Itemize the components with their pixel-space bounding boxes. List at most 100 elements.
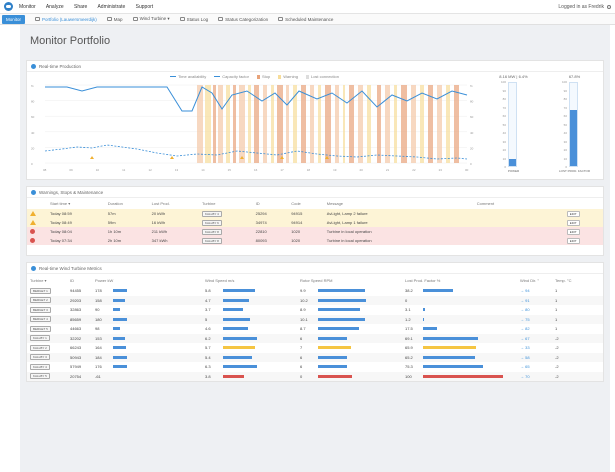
gauges: 8.16 MW | 6.4% 100 90 80 70 60 50 40 30 20 10 0 PO… <box>482 72 606 178</box>
wind-speed-bar <box>223 365 257 369</box>
metrics-row[interactable]: BERGET 1 94455 178 5.8 9.9 38.2 → 94 1 <box>27 286 603 296</box>
legend-time-availability[interactable]: Time availability <box>169 74 206 79</box>
col-id[interactable]: ID <box>253 198 289 209</box>
logo-icon[interactable] <box>4 2 13 11</box>
metrics-row[interactable]: BERGET 5 44663 98 4.6 8.7 17.5 → 82 1 <box>27 324 603 334</box>
col-rotor-speed[interactable]: Rotor Speed RPM <box>297 274 402 286</box>
sub-navbar: Monitor Portfolio (Lauwersmeerdijk) Map … <box>0 14 615 25</box>
legend-warning[interactable]: Warning <box>278 74 298 79</box>
col-message[interactable]: Message <box>324 198 474 209</box>
metrics-row[interactable]: BERGET 2 29203 158 4.7 10.2 0 → 91 1 <box>27 295 603 305</box>
wind-speed-value: 5.7 <box>205 345 211 351</box>
turbine-tag[interactable]: KALLBY 3 <box>30 354 50 361</box>
edit-button[interactable]: EDIT <box>566 237 580 244</box>
wind-speed-bar <box>223 374 244 378</box>
warning-row[interactable]: Today 08:49 59m 16 kWh KALLBY 6 34974 94914 Av… <box>27 218 603 227</box>
tab-status-log[interactable]: Status Log <box>179 17 208 22</box>
col-turbine[interactable]: Turbine ▾ <box>27 274 67 286</box>
metrics-row[interactable]: BERGET 4 85659 180 5 10.1 1.2 → 75 1 <box>27 314 603 324</box>
search-icon[interactable] <box>607 4 611 9</box>
col-turbine[interactable]: Turbine <box>199 198 253 209</box>
nav-analyze[interactable]: Analyze <box>46 4 64 10</box>
turbine-tag[interactable]: BERGET 5 <box>30 325 51 332</box>
edit-button[interactable]: EDIT <box>566 228 580 235</box>
col-lost-prod[interactable]: Lost Prod. <box>149 198 199 209</box>
warnings-header-row: Start time ▾ Duration Lost Prod. Turbine… <box>27 198 603 209</box>
turbine-tag[interactable]: BERGET 4 <box>30 316 51 323</box>
panel-dot-icon <box>31 265 36 271</box>
wind-speed-value: 5.4 <box>205 354 211 360</box>
tab-portfolio[interactable]: Portfolio (Lauwersmeerdijk) <box>35 17 97 22</box>
tab-wind-turbine[interactable]: Wind Turbine ▾ <box>132 16 170 22</box>
col-duration[interactable]: Duration <box>105 198 149 209</box>
col-id[interactable]: ID <box>67 274 92 286</box>
turbine-tag[interactable]: KALLBY 4 <box>202 210 222 217</box>
temp: -2 <box>552 352 603 362</box>
tab-map[interactable]: Map <box>106 17 123 22</box>
wind-speed-bar <box>223 317 250 321</box>
turbine-tag[interactable]: KALLBY 2 <box>30 344 50 351</box>
event-band <box>205 85 211 163</box>
start-time: Today 08:59 <box>47 209 105 218</box>
wind-dir: → 75 <box>517 314 552 324</box>
gauge-tick-label: 40 <box>563 131 567 135</box>
comment[interactable] <box>473 209 564 218</box>
edit-button[interactable]: EDIT <box>566 210 580 217</box>
tab-scheduled-maintenance[interactable]: Scheduled Maintenance <box>278 17 333 22</box>
duration: 2h 10m <box>104 236 149 245</box>
col-temp[interactable]: Temp. °C <box>552 274 603 286</box>
comment[interactable] <box>473 236 564 245</box>
nav-administrate[interactable]: Administrate <box>97 4 125 10</box>
warning-row[interactable]: Today 08:59 57m 20 kWh KALLBY 4 25294 94915 Av… <box>27 209 603 218</box>
comment[interactable] <box>473 218 564 227</box>
col-comment[interactable]: Comment <box>474 198 564 209</box>
legend-stop[interactable]: Stop <box>256 74 270 79</box>
turbine-cell: KALLBY 8 <box>199 236 253 245</box>
power-bar <box>113 317 127 321</box>
col-start-time[interactable]: Start time ▾ <box>47 198 105 209</box>
user-menu[interactable]: Logged in as Fredrik <box>558 4 611 10</box>
tab-monitor[interactable]: Monitor <box>2 14 26 24</box>
nav-support[interactable]: Support <box>136 4 154 10</box>
nav-monitor[interactable]: Monitor <box>19 4 36 10</box>
legend-lost-connection[interactable]: Lost connection <box>305 74 339 79</box>
col-lost-prod-factor[interactable]: Lost Prod. Factor % <box>402 274 517 286</box>
col-wind-speed[interactable]: Wind Speed m/s <box>202 274 297 286</box>
code: 94914 <box>288 218 324 227</box>
turbine-tag[interactable]: KALLBY 8 <box>202 228 222 235</box>
status-cell <box>27 236 47 245</box>
col-code[interactable]: Code <box>288 198 324 209</box>
warning-row[interactable]: Today 07:34 2h 10m 347 kWh KALLBY 8 80093 102… <box>27 236 603 245</box>
tab-status-categorization[interactable]: Status Categorization <box>218 17 268 22</box>
edit-button[interactable]: EDIT <box>566 219 580 226</box>
col-power[interactable]: Power kW <box>92 274 202 286</box>
metrics-table: Turbine ▾ ID Power kW Wind Speed m/s Rot… <box>27 274 603 381</box>
wind-speed-value: 5 <box>205 316 208 322</box>
wind-speed-cell: 5.8 <box>202 286 297 296</box>
nav-share[interactable]: Share <box>74 4 87 10</box>
lost-prod-factor-bar <box>423 327 437 331</box>
legend-capacity-factor[interactable]: Capacity factor <box>214 74 249 79</box>
turbine-tag[interactable]: KALLBY 1 <box>30 335 50 342</box>
turbine-tag[interactable]: KALLBY 4 <box>30 363 50 370</box>
turbine-tag[interactable]: KALLBY 8 <box>202 237 222 244</box>
metrics-row[interactable]: BERGET 3 32863 90 3.7 8.9 3.1 → 80 1 <box>27 305 603 315</box>
power-bar <box>113 289 127 293</box>
rotor-speed-value: 7 <box>300 345 303 351</box>
metrics-row[interactable]: KALLBY 5 20754 -61 3.8 0 100 → 70 -2 <box>27 371 603 381</box>
turbine-tag[interactable]: BERGET 1 <box>30 287 51 294</box>
turbine-tag[interactable]: BERGET 3 <box>30 306 51 313</box>
metrics-row[interactable]: KALLBY 3 50943 184 5.4 6 65.2 → 58 -2 <box>27 352 603 362</box>
turbine-tag[interactable]: KALLBY 5 <box>30 373 50 380</box>
warning-row[interactable]: Today 08:04 1h 10m 211 kWh KALLBY 8 22810 102… <box>27 227 603 236</box>
gauge-tick-label: 70 <box>502 105 506 110</box>
metrics-row[interactable]: KALLBY 2 66243 164 5.7 7 65.9 → 33 -2 <box>27 343 603 353</box>
production-chart[interactable]: % 80 60 40 20 0% 80 60 40 20 0 08 09 10 11 12 13 14 15 16 17… <box>27 81 482 176</box>
turbine-tag[interactable]: KALLBY 6 <box>202 219 222 226</box>
turbine-tag[interactable]: BERGET 2 <box>30 297 51 304</box>
comment[interactable] <box>473 227 564 236</box>
col-wind-dir[interactable]: Wind Dir. ° <box>517 274 552 286</box>
metrics-row[interactable]: KALLBY 1 32202 153 6.2 6 69.1 → 67 -2 <box>27 333 603 343</box>
wind-dir: → 33 <box>520 345 530 351</box>
metrics-row[interactable]: KALLBY 4 57949 176 6.3 6 75.3 → 65 -2 <box>27 362 603 372</box>
